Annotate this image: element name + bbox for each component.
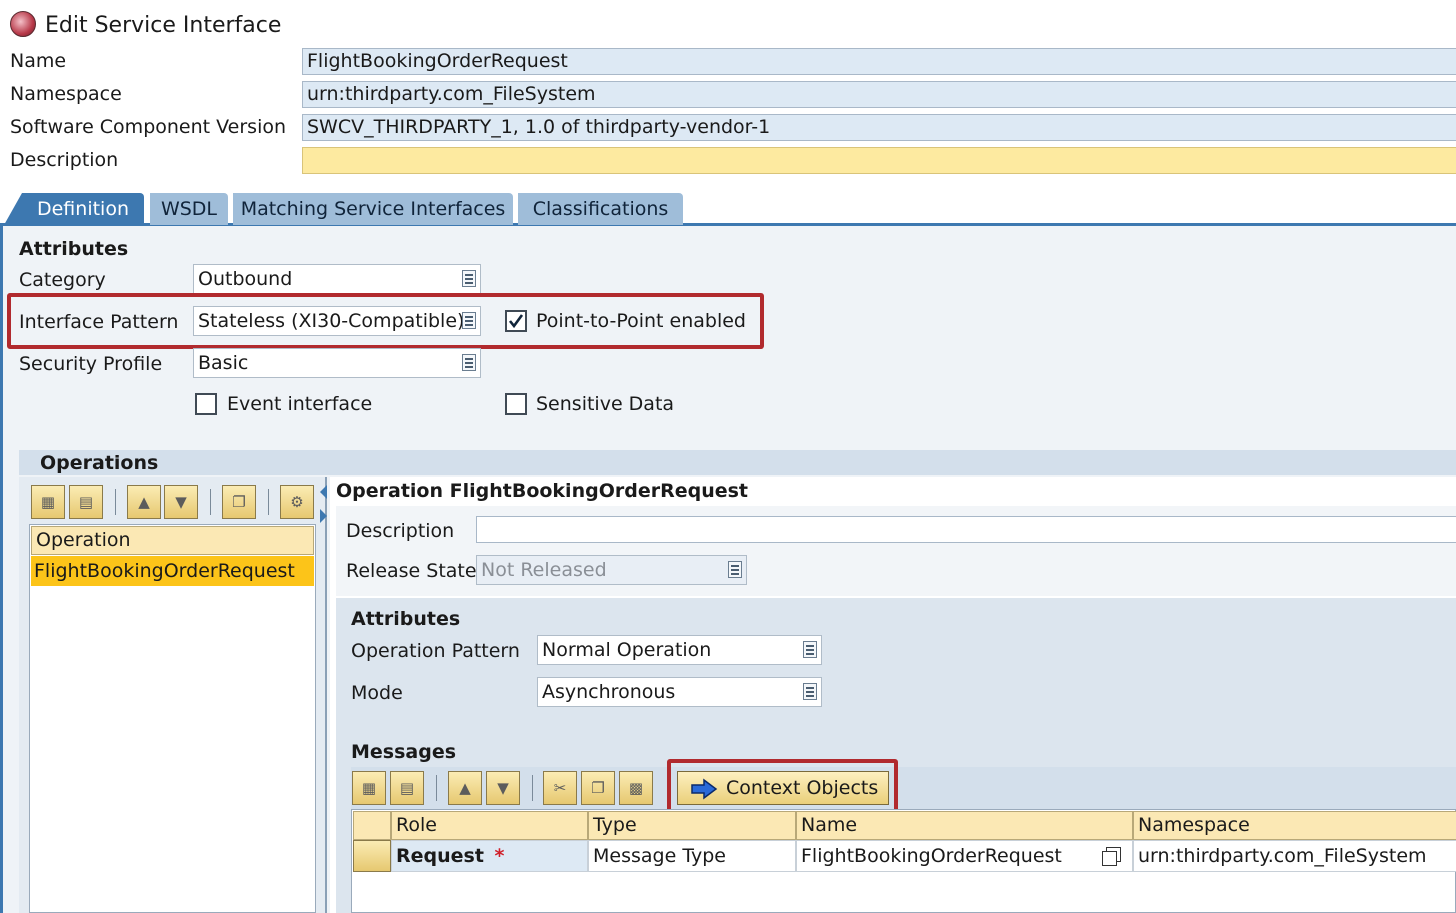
messages-title: Messages xyxy=(351,741,457,763)
copy-operation-button[interactable]: ❐ xyxy=(222,485,256,519)
op-attributes-title: Attributes xyxy=(351,608,461,630)
description-field[interactable] xyxy=(302,147,1456,174)
release-state-value: Not Released xyxy=(481,559,607,581)
copy-button[interactable]: ❐ xyxy=(581,771,615,805)
namespace-label: Namespace xyxy=(10,83,122,105)
tab-definition[interactable]: Definition xyxy=(22,193,144,225)
row-selector[interactable] xyxy=(353,840,391,872)
object-selector-icon[interactable] xyxy=(1102,847,1124,866)
operation-pattern-label: Operation Pattern xyxy=(351,640,520,662)
swcv-label: Software Component Version xyxy=(10,116,287,138)
operation-list-item[interactable]: FlightBookingOrderRequest xyxy=(31,556,314,586)
window-logo-icon xyxy=(10,11,36,37)
operation-pattern-dropdown[interactable]: Normal Operation xyxy=(537,635,822,665)
row-selector-header xyxy=(353,811,391,840)
operations-list-header: Operation xyxy=(31,526,314,555)
event-interface-checkbox[interactable] xyxy=(195,393,217,415)
value-help-icon[interactable] xyxy=(462,270,476,287)
mode-dropdown[interactable]: Asynchronous xyxy=(537,677,822,707)
op-description-field[interactable] xyxy=(476,516,1456,543)
release-state-label: Release State xyxy=(346,560,477,582)
name-label: Name xyxy=(10,50,67,72)
tab-wsdl[interactable]: WSDL xyxy=(150,193,228,225)
tab-classifications[interactable]: Classifications xyxy=(518,193,683,225)
name-field[interactable]: FlightBookingOrderRequest xyxy=(302,48,1456,75)
attributes-title: Attributes xyxy=(19,238,129,260)
context-objects-highlight xyxy=(667,759,898,815)
event-interface-label: Event interface xyxy=(227,393,373,415)
operation-detail-title: Operation FlightBookingOrderRequest xyxy=(336,480,748,502)
sensitive-data-checkbox[interactable] xyxy=(505,393,527,415)
message-namespace-cell[interactable]: urn:thirdparty.com_FileSystem xyxy=(1133,840,1456,872)
mode-value: Asynchronous xyxy=(542,681,676,703)
release-state-dropdown[interactable]: Not Released xyxy=(476,555,747,585)
cut-button[interactable]: ✂ xyxy=(543,771,577,805)
tab-left-edge xyxy=(4,193,22,225)
security-profile-label: Security Profile xyxy=(19,353,163,375)
sensitive-data-label: Sensitive Data xyxy=(536,393,675,415)
toolbar-separator xyxy=(210,489,211,515)
value-help-icon[interactable] xyxy=(728,561,742,578)
column-header-name[interactable]: Name xyxy=(796,811,1133,840)
toolbar-separator xyxy=(268,489,269,515)
toolbar-separator xyxy=(115,489,116,515)
interface-pattern-highlight xyxy=(7,293,764,349)
remove-operation-button[interactable]: ▤ xyxy=(69,485,103,519)
operations-bar xyxy=(19,450,1456,475)
remove-message-button[interactable]: ▤ xyxy=(390,771,424,805)
message-name-cell[interactable]: FlightBookingOrderRequest xyxy=(796,840,1133,872)
window-title: Edit Service Interface xyxy=(45,13,282,38)
paste-button[interactable]: ▩ xyxy=(619,771,653,805)
message-type-cell[interactable]: Message Type xyxy=(588,840,796,872)
message-role-cell[interactable]: Request * xyxy=(391,840,588,872)
message-move-down-button[interactable]: ▼ xyxy=(486,771,520,805)
required-marker: * xyxy=(494,845,505,867)
message-move-up-button[interactable]: ▲ xyxy=(448,771,482,805)
namespace-field[interactable]: urn:thirdparty.com_FileSystem xyxy=(302,81,1456,108)
operation-pattern-value: Normal Operation xyxy=(542,639,712,661)
add-operation-button[interactable]: ▦ xyxy=(31,485,65,519)
message-role: Request xyxy=(396,845,484,867)
op-description-label: Description xyxy=(346,520,455,542)
column-header-namespace[interactable]: Namespace xyxy=(1133,811,1456,840)
swcv-field[interactable]: SWCV_THIRDPARTY_1, 1.0 of thirdparty-ven… xyxy=(302,114,1456,141)
splitter-handle[interactable] xyxy=(318,485,328,525)
toolbar-separator xyxy=(436,775,437,801)
tab-matching-service-interfaces[interactable]: Matching Service Interfaces xyxy=(233,193,513,225)
value-help-icon[interactable] xyxy=(803,641,817,658)
toolbar-separator xyxy=(532,775,533,801)
mode-label: Mode xyxy=(351,682,403,704)
move-up-button[interactable]: ▲ xyxy=(127,485,161,519)
security-profile-value: Basic xyxy=(198,352,249,374)
operation-settings-button[interactable]: ⚙ xyxy=(280,485,314,519)
add-message-button[interactable]: ▦ xyxy=(352,771,386,805)
security-profile-dropdown[interactable]: Basic xyxy=(193,348,481,378)
value-help-icon[interactable] xyxy=(462,354,476,371)
category-label: Category xyxy=(19,269,106,291)
description-label: Description xyxy=(10,149,119,171)
column-header-type[interactable]: Type xyxy=(588,811,796,840)
column-header-role[interactable]: Role xyxy=(391,811,588,840)
category-dropdown[interactable]: Outbound xyxy=(193,264,481,294)
message-name: FlightBookingOrderRequest xyxy=(801,845,1062,867)
move-down-button[interactable]: ▼ xyxy=(164,485,198,519)
value-help-icon[interactable] xyxy=(803,683,817,700)
category-value: Outbound xyxy=(198,268,293,290)
operations-title: Operations xyxy=(40,452,159,474)
operation-name: FlightBookingOrderRequest xyxy=(34,560,295,582)
